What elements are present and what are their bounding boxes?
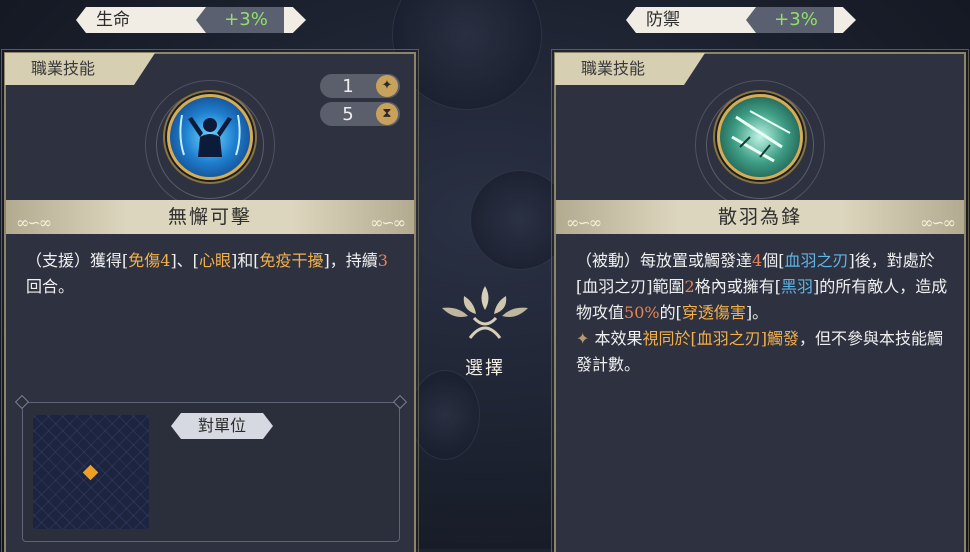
range-grid	[33, 415, 149, 529]
skill-range-box: 對單位	[14, 394, 408, 542]
ornament-right-icon: ∞∽∞	[919, 213, 956, 232]
skill-icon-feather-blades	[717, 94, 803, 180]
skill-category-tab: 職業技能	[5, 53, 155, 85]
stat-bar-hp: 生命 +3%	[76, 6, 306, 34]
skill-title-bar: ∞∽∞ 無懈可擊 ∞∽∞	[6, 200, 414, 234]
skill-name: 無懈可擊	[167, 206, 252, 228]
number-value: 50%	[624, 303, 660, 322]
skill-cooldown-value: 5	[342, 103, 354, 125]
ornament-left-icon: ∞∽∞	[16, 213, 52, 232]
stat-bar-defense: 防禦 +3%	[626, 6, 856, 34]
stat-value: +3%	[196, 7, 296, 33]
keyword: 黑羽	[780, 277, 813, 296]
keyword: 視同於[血羽之刃]觸發	[642, 329, 800, 348]
skill-title-bar: ∞∽∞ 散羽為鋒 ∞∽∞	[556, 200, 964, 234]
tree-emblem-icon	[442, 286, 528, 339]
sparkle-icon: ✦	[376, 75, 398, 97]
hourglass-icon: ⧗	[376, 103, 398, 125]
skill-category-tab: 職業技能	[555, 53, 705, 85]
skill-icon-invulnerable	[167, 94, 253, 180]
keyword: 血羽之刃	[784, 251, 849, 270]
skill-card-left[interactable]: 職業技能 1 ✦ 5 ⧗ ∞∽∞ 無懈可擊 ∞∽∞ （支援）獲得[免傷4]、[心…	[1, 49, 419, 552]
skill-cost-counter: 1 ✦	[320, 74, 400, 98]
number-value: 4	[752, 251, 763, 270]
skill-name: 散羽為鋒	[717, 206, 802, 228]
keyword: 免傷4	[128, 251, 171, 270]
range-label: 對單位	[171, 413, 273, 439]
skill-cost-value: 1	[342, 75, 354, 97]
choose-button[interactable]: 選擇	[434, 278, 536, 380]
number-value: 2	[684, 277, 695, 296]
skill-description: （被動）每放置或觸發達4個[血羽之刃]後，對處於[血羽之刃]範圍2格內或擁有[黑…	[576, 251, 948, 374]
ornament-left-icon: ∞∽∞	[566, 213, 602, 232]
stat-bar-end	[834, 7, 856, 33]
stat-bar-end	[284, 7, 306, 33]
keyword: 穿透傷害	[681, 303, 746, 322]
keyword: 心眼	[198, 251, 231, 270]
choose-label: 選擇	[465, 358, 505, 379]
ornament-right-icon: ∞∽∞	[369, 213, 406, 232]
number-value: 3	[377, 251, 388, 270]
bullet-sparkle-icon: ✦	[576, 329, 590, 348]
target-diamond-icon	[82, 464, 99, 481]
crossed-feathers-icon	[731, 110, 791, 163]
skill-cooldown-counter: 5 ⧗	[320, 102, 400, 126]
stat-value: +3%	[746, 7, 846, 33]
skill-description: （支援）獲得[免傷4]、[心眼]和[免疫干擾]，持續3回合。	[26, 251, 388, 296]
skill-card-right[interactable]: 職業技能 ∞∽∞ 散羽為鋒 ∞∽∞ （被動）每放置或觸發達4個[血羽之刃]後，對…	[551, 49, 969, 552]
background-orb	[410, 370, 480, 460]
keyword: 免疫干擾	[259, 251, 324, 270]
figure-arms-raised-icon	[179, 114, 241, 157]
